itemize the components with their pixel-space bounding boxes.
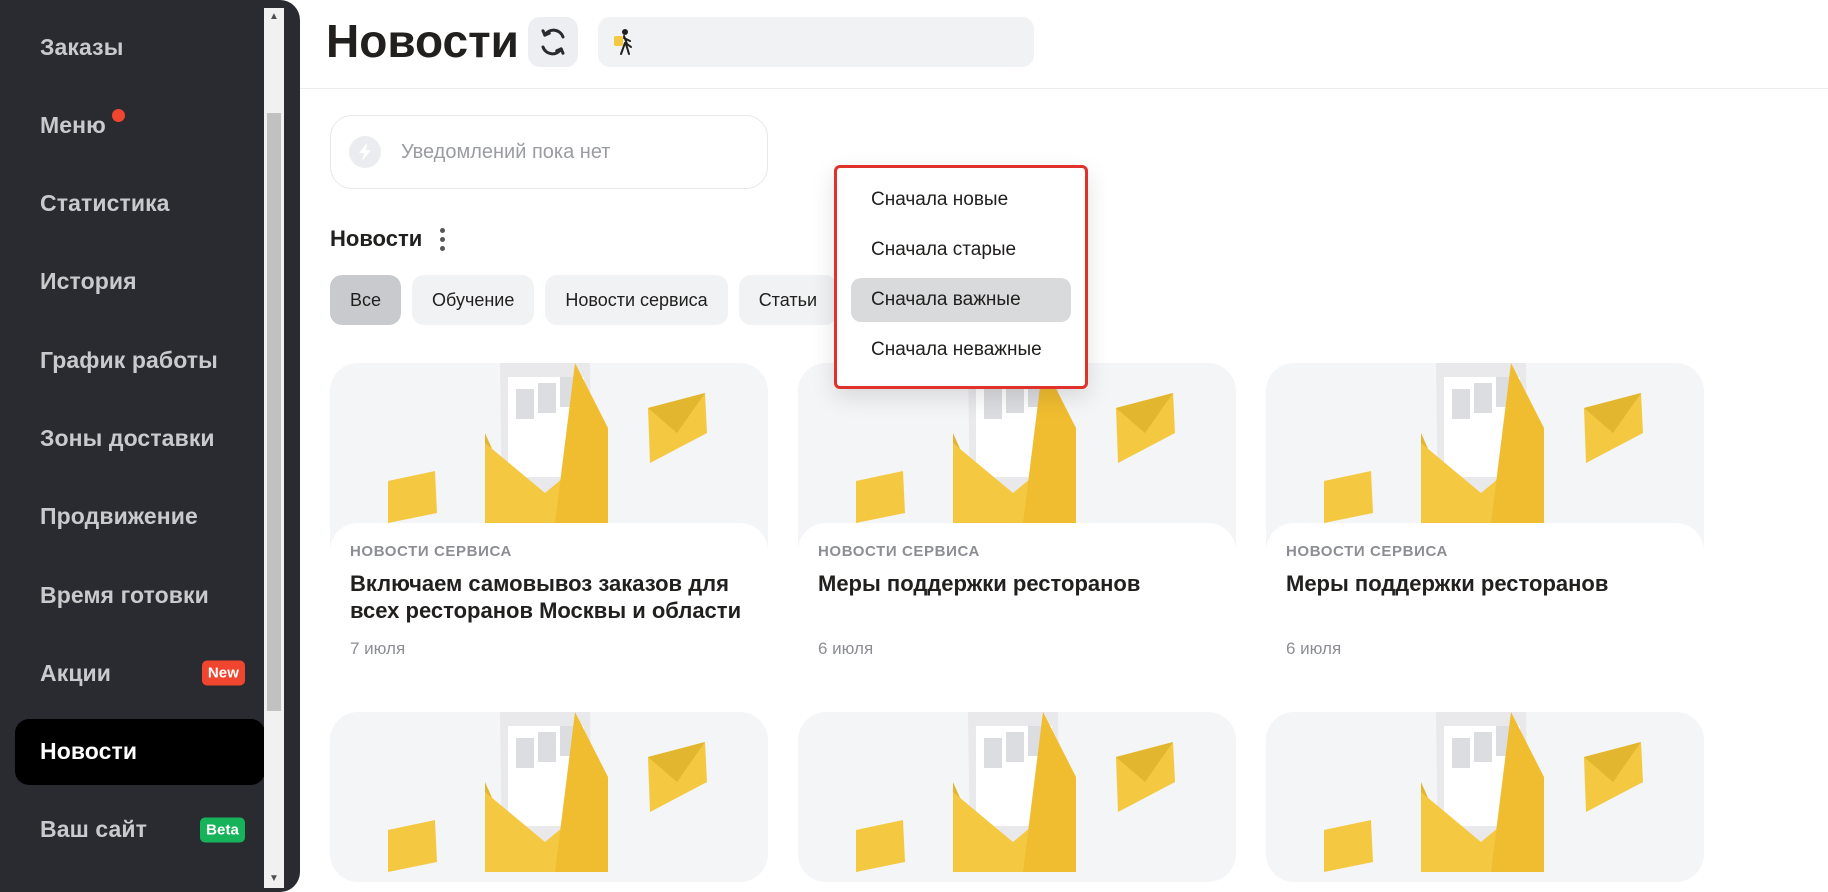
card-body: Новости сервиса Включаем самовывоз заказ… [330,523,768,679]
sidebar-scrollbar[interactable]: ▲ ▼ [264,8,284,888]
card-date: 6 июля [1286,639,1342,658]
card-date: 6 июля [818,639,874,658]
notifications-empty-text: Уведомлений пока нет [401,140,611,163]
card-category: Новости сервиса [818,543,980,560]
card-title: Включаем самовывоз заказов для всех рест… [350,571,742,623]
notification-dot [111,108,125,122]
news-section-header: Новости [330,226,446,252]
filter-chips: Все Обучение Новости сервиса Статьи [330,275,838,325]
sidebar: Заказы Меню Статистика История График ра… [0,0,300,892]
sort-option-oldest[interactable]: Сначала старые [851,228,1071,272]
sidebar-item-news[interactable]: Новости [15,718,265,785]
sidebar-item-history[interactable]: История [15,249,265,315]
card-date: 7 июля [350,639,406,658]
lightning-icon [349,136,381,168]
news-card[interactable] [1266,712,1704,882]
sidebar-item-label: Зоны доставки [40,424,215,451]
sidebar-item-label: Продвижение [40,503,198,530]
sidebar-item-label: Новости [40,738,138,765]
page-title: Новости [326,15,519,67]
sidebar-item-orders[interactable]: Заказы [15,14,265,80]
sort-option-unimportant[interactable]: Сначала неважные [851,328,1071,372]
sort-option-newest[interactable]: Сначала новые [851,178,1071,222]
sidebar-item-schedule[interactable]: График работы [15,327,265,393]
new-badge: New [201,660,245,686]
sidebar-item-delivery-zones[interactable]: Зоны доставки [15,405,265,471]
page-header: Новости [300,0,1828,89]
sidebar-item-promotion[interactable]: Продвижение [15,484,265,550]
refresh-button[interactable] [528,17,578,67]
sidebar-item-your-site[interactable]: Ваш сайт Beta [15,797,265,863]
app-root: Заказы Меню Статистика История График ра… [0,0,1828,892]
sidebar-item-label: График работы [40,346,218,373]
sidebar-item-cooking-time[interactable]: Время готовки [15,562,265,628]
more-vertical-icon[interactable] [440,227,446,251]
envelope-illustration-icon [388,363,707,523]
envelope-illustration-icon [1324,363,1643,523]
card-body: Новости сервиса Меры поддержки ресторано… [1266,523,1704,679]
news-card[interactable]: Новости сервиса Включаем самовывоз заказ… [330,363,768,679]
scroll-up-arrow-icon[interactable]: ▲ [264,8,284,26]
envelope-illustration-icon [856,712,1175,872]
scroll-down-arrow-icon[interactable]: ▼ [264,870,284,888]
filter-all[interactable]: Все [330,275,402,325]
courier-logo-icon [614,29,632,55]
card-body: Новости сервиса Меры поддержки ресторано… [798,523,1236,679]
sort-option-important[interactable]: Сначала важные [851,278,1071,322]
filter-articles[interactable]: Статьи [738,275,838,325]
sidebar-item-promos[interactable]: Акции New [15,640,265,706]
sidebar-item-label: Время готовки [40,581,209,608]
sidebar-item-label: Акции [40,659,112,686]
sidebar-nav: Заказы Меню Статистика История График ра… [15,14,265,875]
notifications-panel: Уведомлений пока нет [330,115,768,189]
sidebar-item-label: История [40,268,137,295]
search-input[interactable] [598,17,1034,67]
beta-badge: Beta [200,817,245,843]
section-title: Новости [330,226,423,251]
news-card[interactable]: Новости сервиса Меры поддержки ресторано… [1266,363,1704,679]
sidebar-item-label: Меню [40,111,106,138]
card-title: Меры поддержки ресторанов [818,571,1141,596]
sort-dropdown-menu: Сначала новые Сначала старые Сначала важ… [834,165,1088,389]
scrollbar-thumb[interactable] [267,113,281,711]
sidebar-item-label: Заказы [40,33,124,60]
envelope-illustration-icon [388,712,707,872]
refresh-icon [541,28,565,56]
sidebar-item-label: Ваш сайт [40,816,148,843]
sidebar-item-menu[interactable]: Меню [15,92,265,158]
envelope-illustration-icon [1324,712,1643,872]
card-title: Меры поддержки ресторанов [1286,571,1609,596]
news-card[interactable]: Новости сервиса Меры поддержки ресторано… [798,363,1236,679]
card-category: Новости сервиса [350,543,512,560]
sidebar-item-label: Статистика [40,190,170,217]
card-category: Новости сервиса [1286,543,1448,560]
sidebar-item-statistics[interactable]: Статистика [15,171,265,237]
news-card[interactable] [798,712,1236,882]
filter-education[interactable]: Обучение [412,275,535,325]
news-card[interactable] [330,712,768,882]
filter-service-news[interactable]: Новости сервиса [545,275,728,325]
